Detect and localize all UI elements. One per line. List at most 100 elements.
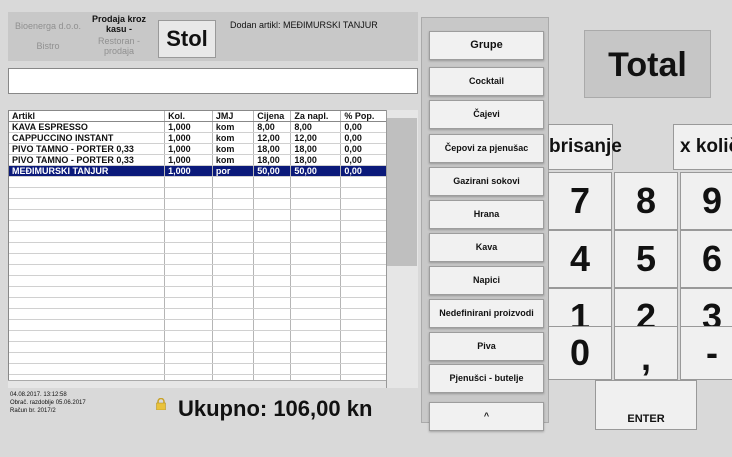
table-row-empty[interactable] — [9, 220, 387, 232]
scroll-up-button[interactable]: ^ — [429, 402, 544, 431]
table-cell — [212, 341, 255, 353]
category-cepovi-za-pjenusac[interactable]: Čepovi za pjenušac — [429, 134, 544, 163]
table-cell: 12,00 — [290, 132, 342, 144]
table-row-empty[interactable] — [9, 330, 387, 342]
table-cell: 0,00 — [340, 132, 387, 144]
quantity-button[interactable]: x količina — [673, 124, 732, 170]
table-cell — [164, 253, 213, 265]
table-row-empty[interactable] — [9, 297, 387, 309]
key-9[interactable]: 9 — [680, 172, 732, 230]
table-row-empty[interactable] — [9, 264, 387, 276]
table-row[interactable]: PIVO TAMNO - PORTER 0,33 1,000 kom 18,00 18,… — [9, 154, 387, 166]
category-gazirani-sokovi[interactable]: Gazirani sokovi — [429, 167, 544, 196]
table-cell: 12,00 — [253, 132, 292, 144]
table-cell — [164, 231, 213, 243]
table-cell: kom — [212, 143, 255, 155]
table-cell — [290, 352, 342, 364]
table-cell — [9, 209, 166, 221]
table-cell — [340, 187, 387, 199]
col-jmj[interactable]: JMJ — [212, 111, 255, 122]
table-row[interactable]: PIVO TAMNO - PORTER 0,33 1,000 kom 18,00 18,… — [9, 143, 387, 155]
col-za-napl[interactable]: Za napl. — [290, 111, 342, 122]
total-button[interactable]: Total — [584, 30, 711, 98]
table-row[interactable]: CAPPUCCINO INSTANT 1,000 kom 12,00 12,00 0,00 — [9, 132, 387, 144]
col-cijena[interactable]: Cijena — [253, 111, 292, 122]
table-cell — [340, 341, 387, 353]
delete-button[interactable]: brisanje — [548, 124, 622, 170]
category-kava[interactable]: Kava — [429, 233, 544, 262]
category-napici[interactable]: Napici — [429, 266, 544, 295]
table-cell — [253, 308, 292, 320]
table-cell — [9, 341, 166, 353]
key-comma[interactable]: , — [614, 326, 678, 380]
table-cell — [164, 352, 213, 364]
barcode-input[interactable] — [8, 68, 418, 94]
table-cell: 18,00 — [253, 154, 292, 166]
table-row-empty[interactable] — [9, 308, 387, 320]
key-6[interactable]: 6 — [680, 230, 732, 288]
category-nedefinirani-proizvodi[interactable]: Nedefinirani proizvodi — [429, 299, 544, 328]
key-5[interactable]: 5 — [614, 230, 678, 288]
table-cell — [290, 198, 342, 210]
table-row[interactable]: MEĐIMURSKI TANJUR 1,000 por 50,00 50,00 0,00 — [9, 165, 387, 177]
col-kol[interactable]: Kol. — [164, 111, 213, 122]
table-cell — [290, 286, 342, 298]
category-hrana[interactable]: Hrana — [429, 200, 544, 229]
table-row-empty[interactable] — [9, 176, 387, 188]
table-cell — [212, 330, 255, 342]
key-0[interactable]: 0 — [548, 326, 612, 380]
table-row-empty[interactable] — [9, 275, 387, 287]
category-pjenusci-butelje[interactable]: Pjenušci - butelje — [429, 364, 544, 393]
lock-icon[interactable] — [155, 398, 167, 410]
table-header-row: Artikl Kol. JMJ Cijena Za napl. % Pop. — [9, 111, 387, 122]
table-cell — [340, 253, 387, 265]
table-cell: 8,00 — [253, 121, 292, 133]
status-text: Dodan artikl: MEĐIMURSKI TANJUR — [230, 20, 378, 30]
col-artikl[interactable]: Artikl — [9, 111, 166, 122]
table-row-empty[interactable] — [9, 242, 387, 254]
table-cell — [212, 220, 255, 232]
table-cell — [9, 242, 166, 254]
table-cell — [164, 176, 213, 188]
horizontal-scrollbar[interactable] — [8, 380, 386, 388]
table-cell — [164, 286, 213, 298]
table-row-empty[interactable] — [9, 198, 387, 210]
table-row-empty[interactable] — [9, 319, 387, 331]
table-row-empty[interactable] — [9, 363, 387, 375]
key-8[interactable]: 8 — [614, 172, 678, 230]
category-cajevi[interactable]: Čajevi — [429, 100, 544, 129]
table-cell — [340, 198, 387, 210]
category-cocktail[interactable]: Cocktail — [429, 67, 544, 96]
table-cell — [212, 308, 255, 320]
key-4[interactable]: 4 — [548, 230, 612, 288]
table-cell — [9, 330, 166, 342]
key-minus[interactable]: - — [680, 326, 732, 380]
table-cell: 18,00 — [253, 143, 292, 155]
category-piva[interactable]: Piva — [429, 332, 544, 361]
table-row-empty[interactable] — [9, 341, 387, 353]
stol-button[interactable]: Stol — [158, 20, 216, 58]
table-row[interactable]: KAVA ESPRESSO 1,000 kom 8,00 8,00 0,00 — [9, 121, 387, 133]
table-cell: kom — [212, 132, 255, 144]
table-cell — [253, 264, 292, 276]
table-cell — [290, 209, 342, 221]
table-cell: 1,000 — [164, 143, 213, 155]
restaurant-label[interactable]: Restoran - prodaja — [90, 36, 148, 56]
table-row-empty[interactable] — [9, 231, 387, 243]
key-7[interactable]: 7 — [548, 172, 612, 230]
groups-button[interactable]: Grupe — [429, 31, 544, 60]
table-row-empty[interactable] — [9, 253, 387, 265]
table-row-empty[interactable] — [9, 187, 387, 199]
table-row-empty[interactable] — [9, 352, 387, 364]
items-table-area[interactable]: Artikl Kol. JMJ Cijena Za napl. % Pop. K… — [8, 110, 418, 388]
location-label[interactable]: Bistro — [18, 41, 78, 51]
vertical-scrollbar-thumb[interactable] — [387, 118, 417, 266]
table-cell — [212, 363, 255, 375]
table-cell: 0,00 — [340, 154, 387, 166]
table-row-empty[interactable] — [9, 209, 387, 221]
table-row-empty[interactable] — [9, 286, 387, 298]
col-pop[interactable]: % Pop. — [340, 111, 387, 122]
table-cell — [253, 352, 292, 364]
restaurant-line-2: prodaja — [103, 46, 135, 56]
total-amount: Ukupno: 106,00 kn — [178, 396, 373, 421]
